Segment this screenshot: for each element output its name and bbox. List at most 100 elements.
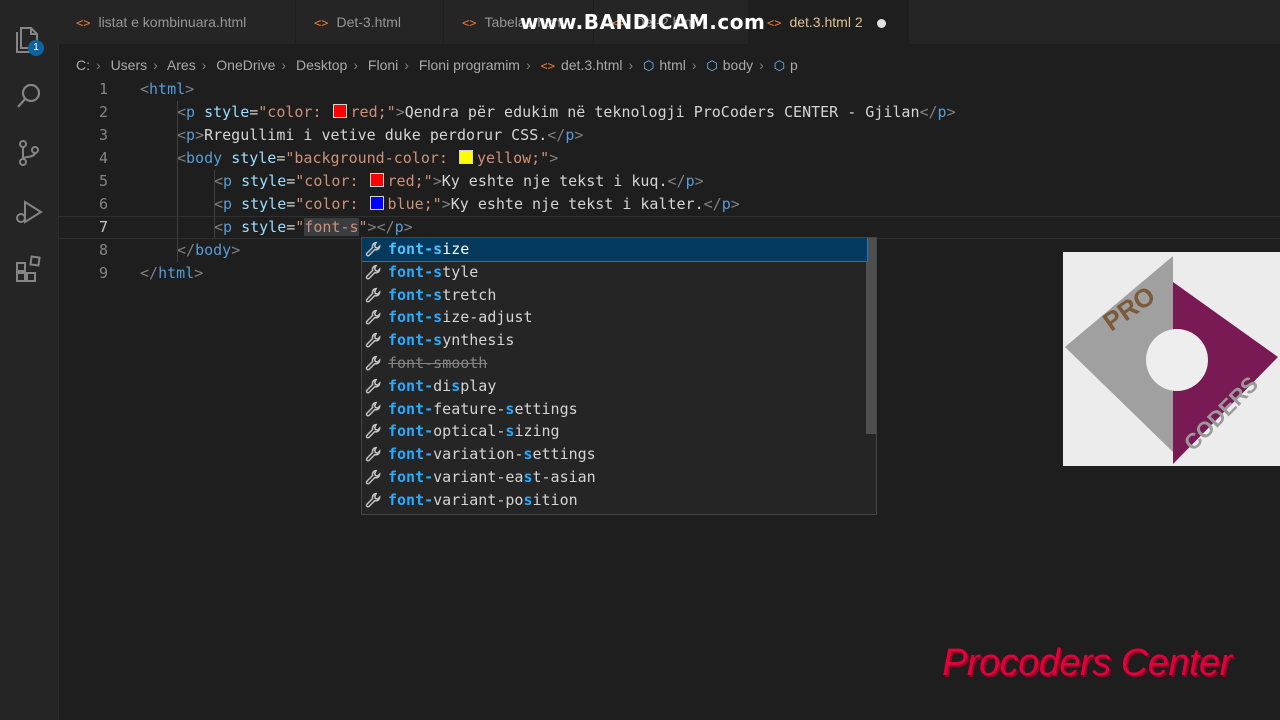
wrench-icon <box>365 469 382 486</box>
chevron-right-icon: › <box>281 57 287 73</box>
suggestion-item[interactable]: font-feature-settings <box>362 398 867 421</box>
breadcrumb-item[interactable]: Ares <box>167 57 196 73</box>
suggestion-item[interactable]: font-size <box>362 238 868 262</box>
code-token: < <box>177 149 187 167</box>
element-icon: ⬡ <box>706 58 718 73</box>
suggest-scrollbar[interactable] <box>866 238 876 434</box>
suggestion-item[interactable]: font-optical-sizing <box>362 420 867 443</box>
code-token: </ <box>140 264 159 282</box>
suggestion-item[interactable]: font-variation-settings <box>362 443 867 466</box>
color-swatch[interactable] <box>332 104 347 118</box>
code-token: style <box>241 218 287 236</box>
code-token: < <box>140 80 150 98</box>
code-token: > <box>730 195 740 213</box>
breadcrumb-item[interactable]: Users <box>111 57 148 73</box>
breadcrumb-item[interactable]: Floni <box>368 57 398 73</box>
code-line[interactable]: 3 <p>Rregullimi i vetive duke perdorur CS… <box>58 124 1280 147</box>
code-token: </ <box>667 172 686 190</box>
suggestion-item[interactable]: font-variant-position <box>362 489 867 512</box>
breadcrumb-item[interactable]: OneDrive <box>216 57 275 73</box>
suggestion-label: s <box>523 490 533 509</box>
line-number: 1 <box>98 80 108 98</box>
suggestion-label: ettings <box>514 399 578 418</box>
tab-det-3-active[interactable]: <> det.3.html 2 <box>749 0 909 44</box>
source-control-icon[interactable] <box>13 137 45 169</box>
breadcrumb-item[interactable]: Desktop <box>296 57 347 73</box>
code-text: <body style="background-color: yellow;"> <box>177 147 558 170</box>
bandicam-watermark: www.BANDICAM.com <box>520 10 766 34</box>
breadcrumb-item[interactable]: det.3.html <box>561 57 622 73</box>
suggestion-label: mooth <box>442 354 488 372</box>
code-token: p <box>721 195 731 213</box>
suggestion-item[interactable]: font-variant-east-asian <box>362 466 867 489</box>
code-line[interactable]: 1 <html> <box>58 78 1280 101</box>
suggestion-item[interactable]: font-synthesis <box>362 329 867 352</box>
tab-det-3[interactable]: <> Det-3.html <box>296 0 444 44</box>
breadcrumb-item[interactable]: body <box>723 57 753 73</box>
html-file-icon: <> <box>462 16 477 30</box>
suggestion-label: font-s <box>388 262 443 281</box>
breadcrumb-item[interactable]: C: <box>76 57 90 73</box>
code-token: </ <box>547 126 566 144</box>
code-token: Ky eshte nje tekst i kuq. <box>441 172 668 190</box>
code-token: < <box>177 103 187 121</box>
suggestion-label: font-s <box>388 354 443 372</box>
code-text: <p style="color: red;">Ky eshte nje teks… <box>214 170 704 193</box>
code-token: < <box>214 195 224 213</box>
code-token: p <box>223 218 233 236</box>
code-token: > <box>574 126 584 144</box>
breadcrumb-item[interactable]: html <box>659 57 685 73</box>
code-token: Qendra për edukim në teknologji ProCoder… <box>404 103 920 121</box>
wrench-icon <box>365 309 382 326</box>
suggestion-item[interactable]: font-display <box>362 375 867 398</box>
code-token: </ <box>919 103 938 121</box>
modified-dot-icon[interactable] <box>876 18 886 28</box>
code-line[interactable]: 5 <p style="color: red;">Ky eshte nje tek… <box>58 170 1280 193</box>
color-swatch[interactable] <box>369 173 384 187</box>
chevron-right-icon: › <box>691 57 697 73</box>
code-token: > <box>403 218 413 236</box>
suggestion-label: ize-adjust <box>442 308 533 327</box>
code-token: style <box>241 172 287 190</box>
suggestion-label: tyle <box>442 262 479 281</box>
run-debug-icon[interactable] <box>13 196 45 228</box>
code-token: p <box>937 103 947 121</box>
element-icon: ⬡ <box>773 58 786 73</box>
line-number: 6 <box>98 195 108 213</box>
suggestion-item[interactable]: font-style <box>362 261 867 284</box>
code-token: "color: <box>295 195 368 213</box>
suggestion-label: font- <box>388 376 434 395</box>
suggestion-label: ize <box>442 240 470 258</box>
code-line[interactable]: 2 <p style="color: red;">Qendra për eduki… <box>58 101 1280 124</box>
breadcrumb-item[interactable]: Floni programim <box>419 57 520 73</box>
breadcrumb-item[interactable]: p <box>790 57 798 73</box>
suggestion-label: izing <box>514 422 560 441</box>
code-line[interactable]: 6 <p style="color: blue;">Ky eshte nje te… <box>58 193 1280 216</box>
code-token: p <box>565 126 575 144</box>
code-text: </html> <box>140 262 203 285</box>
code-line[interactable]: 4 <body style="background-color: yellow;"… <box>58 147 1280 170</box>
wrench-icon <box>365 378 382 395</box>
tab-listat-e-kombinuara[interactable]: <> listat e kombinuara.html <box>58 0 296 44</box>
code-token: p <box>223 195 233 213</box>
code-token: style <box>241 195 287 213</box>
code-token: " <box>295 218 305 236</box>
code-token: > <box>946 103 956 121</box>
suggestion-label: s <box>523 445 533 464</box>
line-number: 9 <box>98 264 108 282</box>
search-icon[interactable] <box>13 80 45 112</box>
explorer-badge: 1 <box>28 40 44 56</box>
wrench-icon <box>365 264 382 281</box>
code-line[interactable]: 7 <p style="font-s"></p> <box>58 216 1280 239</box>
suggestion-item[interactable]: font-smooth <box>362 352 867 375</box>
color-swatch[interactable] <box>458 150 473 164</box>
color-swatch[interactable] <box>369 196 384 210</box>
line-number: 2 <box>98 103 108 121</box>
suggestion-label: font-s <box>388 240 443 258</box>
code-token: blue;" <box>387 195 442 213</box>
suggestion-item[interactable]: font-size-adjust <box>362 306 867 329</box>
extensions-icon[interactable] <box>13 253 45 285</box>
suggestion-item[interactable]: font-stretch <box>362 284 867 307</box>
